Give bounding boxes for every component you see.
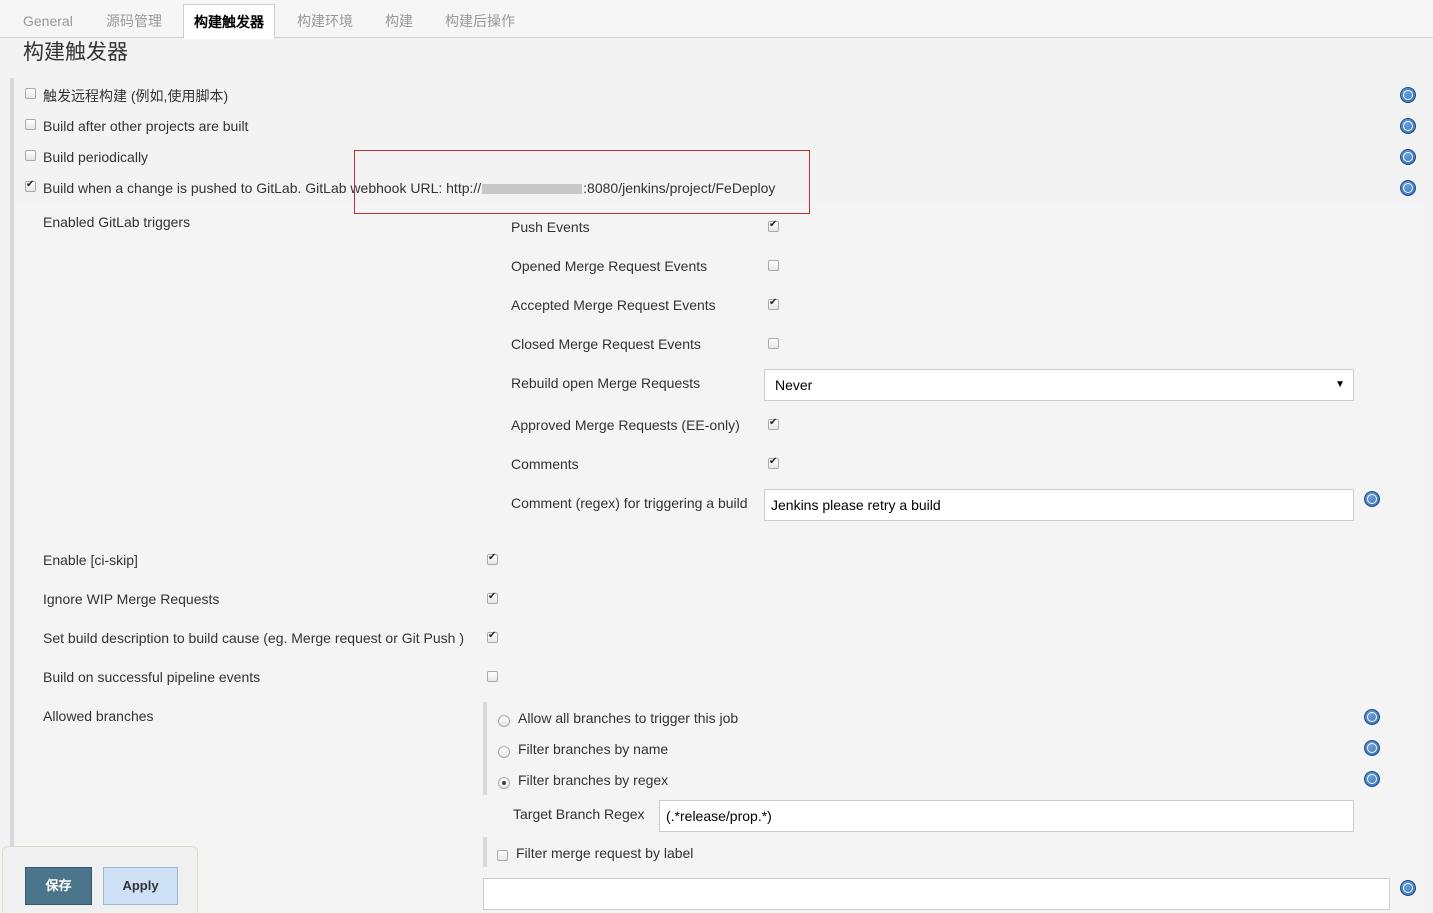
help-icon[interactable] bbox=[1400, 880, 1416, 896]
section-title: 构建触发器 bbox=[23, 41, 128, 64]
rebuild-open-mr-select[interactable]: Never ▼ bbox=[764, 369, 1354, 401]
comments-label: Comments bbox=[511, 456, 579, 472]
rebuild-open-mr-value: Never bbox=[775, 377, 813, 393]
approved-mr-checkbox[interactable] bbox=[768, 417, 779, 430]
closed-mr-events-label: Closed Merge Request Events bbox=[511, 336, 701, 352]
help-icon[interactable] bbox=[1400, 149, 1416, 165]
target-branch-regex-input[interactable]: (.*release/prop.*) bbox=[659, 800, 1354, 832]
filter-by-regex-label: Filter branches by regex bbox=[518, 772, 669, 788]
filter-by-regex-radio[interactable] bbox=[498, 777, 510, 789]
apply-button[interactable]: Apply bbox=[103, 867, 178, 905]
set-build-description-checkbox[interactable] bbox=[487, 630, 498, 643]
push-events-label: Push Events bbox=[511, 219, 590, 235]
trigger-after-other-label: Build after other projects are built bbox=[43, 118, 249, 134]
ignore-wip-checkbox[interactable] bbox=[487, 591, 498, 604]
help-icon[interactable] bbox=[1400, 87, 1416, 103]
filter-by-name-label: Filter branches by name bbox=[518, 741, 669, 757]
allow-all-branches-radio[interactable] bbox=[498, 715, 510, 727]
help-icon[interactable] bbox=[1364, 491, 1380, 507]
help-icon[interactable] bbox=[1364, 709, 1380, 725]
help-icon[interactable] bbox=[1400, 180, 1416, 196]
help-icon[interactable] bbox=[1364, 771, 1380, 787]
closed-mr-events-checkbox[interactable] bbox=[768, 338, 779, 349]
trigger-after-other-checkbox[interactable] bbox=[25, 119, 36, 130]
tab-build-triggers[interactable]: 构建触发器 bbox=[183, 4, 275, 39]
allowed-branches-label: Allowed branches bbox=[43, 708, 154, 724]
accepted-mr-events-checkbox[interactable] bbox=[768, 297, 779, 310]
push-events-checkbox[interactable] bbox=[768, 219, 779, 232]
tab-build[interactable]: 构建 bbox=[375, 4, 423, 38]
section-rule bbox=[10, 78, 14, 913]
comment-regex-label: Comment (regex) for triggering a build bbox=[511, 495, 748, 511]
trigger-gitlab-push-checkbox[interactable] bbox=[25, 179, 36, 192]
tab-general[interactable]: General bbox=[13, 4, 83, 38]
tab-build-environment[interactable]: 构建环境 bbox=[287, 4, 363, 38]
trigger-periodically-checkbox[interactable] bbox=[25, 150, 36, 161]
set-build-description-label: Set build description to build cause (eg… bbox=[43, 630, 464, 646]
filter-by-name-radio[interactable] bbox=[498, 746, 510, 758]
trigger-remote-label: 触发远程构建 (例如,使用脚本) bbox=[43, 88, 229, 104]
pipeline-events-label: Build on successful pipeline events bbox=[43, 669, 261, 685]
enable-ci-skip-label: Enable [ci-skip] bbox=[43, 552, 138, 568]
tab-post-build-actions[interactable]: 构建后操作 bbox=[435, 4, 525, 38]
accepted-mr-events-label: Accepted Merge Request Events bbox=[511, 297, 716, 313]
save-button[interactable]: 保存 bbox=[25, 867, 92, 905]
pipeline-events-checkbox[interactable] bbox=[487, 671, 498, 682]
comments-checkbox[interactable] bbox=[768, 456, 779, 469]
branches-group-rule bbox=[483, 702, 487, 795]
ignore-wip-label: Ignore WIP Merge Requests bbox=[43, 591, 220, 607]
trigger-periodically-label: Build periodically bbox=[43, 149, 149, 165]
tab-bar: General 源码管理 构建触发器 构建环境 构建 构建后操作 bbox=[0, 0, 1433, 39]
opened-mr-events-label: Opened Merge Request Events bbox=[511, 258, 708, 274]
tab-source-management[interactable]: 源码管理 bbox=[96, 4, 172, 38]
label-filter-rule bbox=[483, 837, 487, 867]
filter-by-label-checkbox[interactable] bbox=[497, 850, 508, 861]
opened-mr-events-checkbox[interactable] bbox=[768, 260, 779, 271]
filter-by-label-label: Filter merge request by label bbox=[516, 845, 694, 861]
target-branch-regex-label: Target Branch Regex bbox=[513, 806, 645, 822]
comment-regex-input[interactable]: Jenkins please retry a build bbox=[764, 489, 1354, 521]
rebuild-open-mr-label: Rebuild open Merge Requests bbox=[511, 375, 701, 391]
enabled-gitlab-triggers-label: Enabled GitLab triggers bbox=[43, 214, 191, 230]
approved-mr-label: Approved Merge Requests (EE-only) bbox=[511, 417, 740, 433]
highlight-box bbox=[354, 150, 810, 214]
help-icon[interactable] bbox=[1400, 118, 1416, 134]
allow-all-branches-label: Allow all branches to trigger this job bbox=[518, 710, 739, 726]
help-icon[interactable] bbox=[1364, 740, 1380, 756]
enable-ci-skip-checkbox[interactable] bbox=[487, 552, 498, 565]
trigger-remote-checkbox[interactable] bbox=[25, 88, 36, 99]
dropdown-arrow-icon: ▼ bbox=[1335, 379, 1345, 390]
label-filter-input[interactable] bbox=[483, 878, 1390, 910]
